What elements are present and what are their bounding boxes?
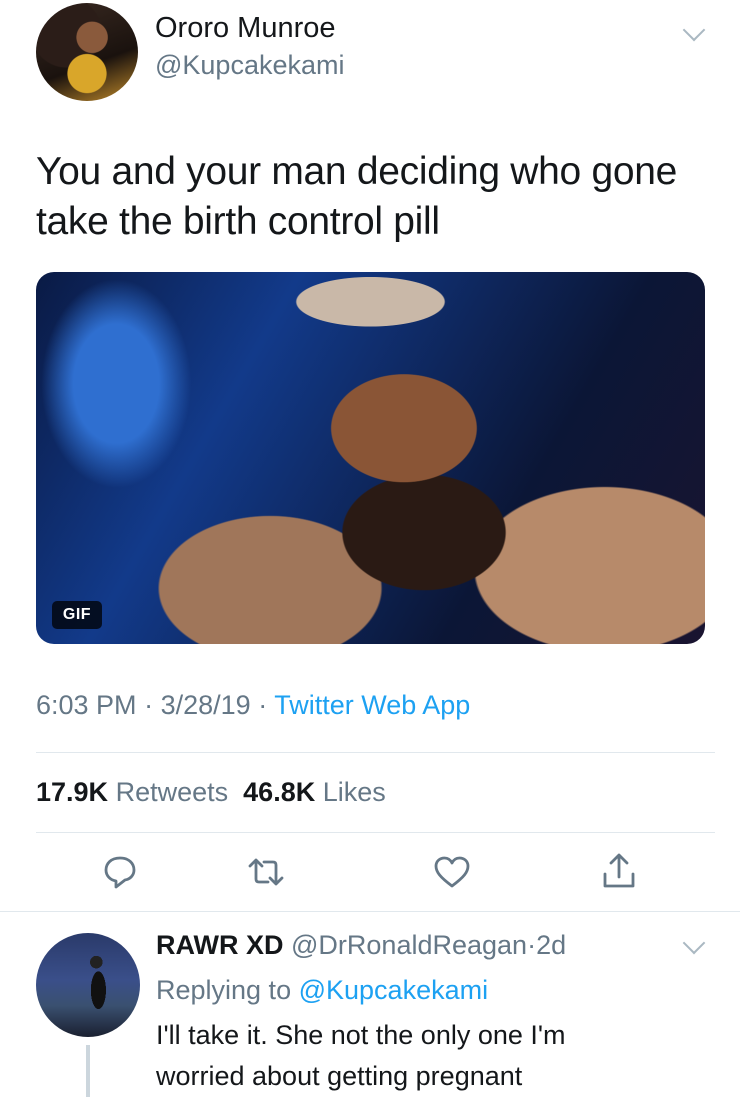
likes-stat[interactable]: 46.8K Likes: [243, 777, 386, 807]
tweet-text-line: take the birth control pill: [36, 200, 440, 243]
like-label: Likes: [322, 777, 386, 807]
tweet-stats: 17.9K Retweets 46.8K Likes: [36, 777, 386, 808]
tweet-date[interactable]: 3/28/19: [161, 690, 251, 720]
replying-to-handle[interactable]: @Kupcakekami: [299, 975, 489, 1005]
reply-separator: ·: [527, 930, 537, 960]
heart-icon: [434, 856, 470, 888]
author-name[interactable]: Ororo Munroe: [155, 12, 336, 45]
tweet-meta: 6:03 PM · 3/28/19 · Twitter Web App: [36, 690, 470, 721]
share-button[interactable]: [597, 850, 641, 894]
tweet-text: You and your man deciding who gone take …: [36, 147, 716, 247]
replying-prefix: Replying to: [156, 975, 292, 1005]
reply-text-line: worried about getting pregnant: [156, 1061, 523, 1091]
like-button[interactable]: [430, 850, 474, 894]
reply-age[interactable]: 2d: [536, 930, 566, 960]
author-handle[interactable]: @Kupcakekami: [155, 50, 345, 81]
reply-author-handle[interactable]: @DrRonaldReagan: [291, 930, 527, 960]
retweet-count: 17.9K: [36, 777, 109, 807]
author-avatar[interactable]: [36, 3, 138, 101]
replying-to: Replying to @Kupcakekami: [156, 975, 488, 1006]
tweet-gif-media[interactable]: [36, 272, 705, 644]
retweet-icon: [248, 858, 284, 886]
reply-author-name[interactable]: RAWR XD: [156, 930, 284, 960]
like-count: 46.8K: [243, 777, 316, 807]
divider: [36, 832, 715, 833]
meta-separator: ·: [258, 690, 268, 720]
meta-separator: ·: [144, 690, 154, 720]
divider: [36, 752, 715, 753]
reply-header: RAWR XD @DrRonaldReagan·2d: [156, 930, 566, 961]
retweets-stat[interactable]: 17.9K Retweets: [36, 777, 228, 807]
gif-badge: GIF: [52, 601, 102, 629]
reply-button[interactable]: [98, 850, 142, 894]
reply-author-avatar[interactable]: [36, 933, 140, 1037]
retweet-button[interactable]: [244, 850, 288, 894]
tweet-text-line: You and your man deciding who gone: [36, 150, 678, 193]
reply-icon: [104, 856, 136, 889]
reply-text-line: I'll take it. She not the only one I'm: [156, 1020, 566, 1050]
divider: [0, 911, 740, 912]
reply-text: I'll take it. She not the only one I'm w…: [156, 1015, 716, 1097]
thread-line: [86, 1045, 90, 1097]
share-icon: [603, 853, 635, 888]
chevron-down-icon[interactable]: [682, 18, 706, 42]
tweet-time[interactable]: 6:03 PM: [36, 690, 137, 720]
retweet-label: Retweets: [115, 777, 229, 807]
tweet-source[interactable]: Twitter Web App: [274, 690, 470, 720]
chevron-down-icon[interactable]: [682, 931, 706, 955]
